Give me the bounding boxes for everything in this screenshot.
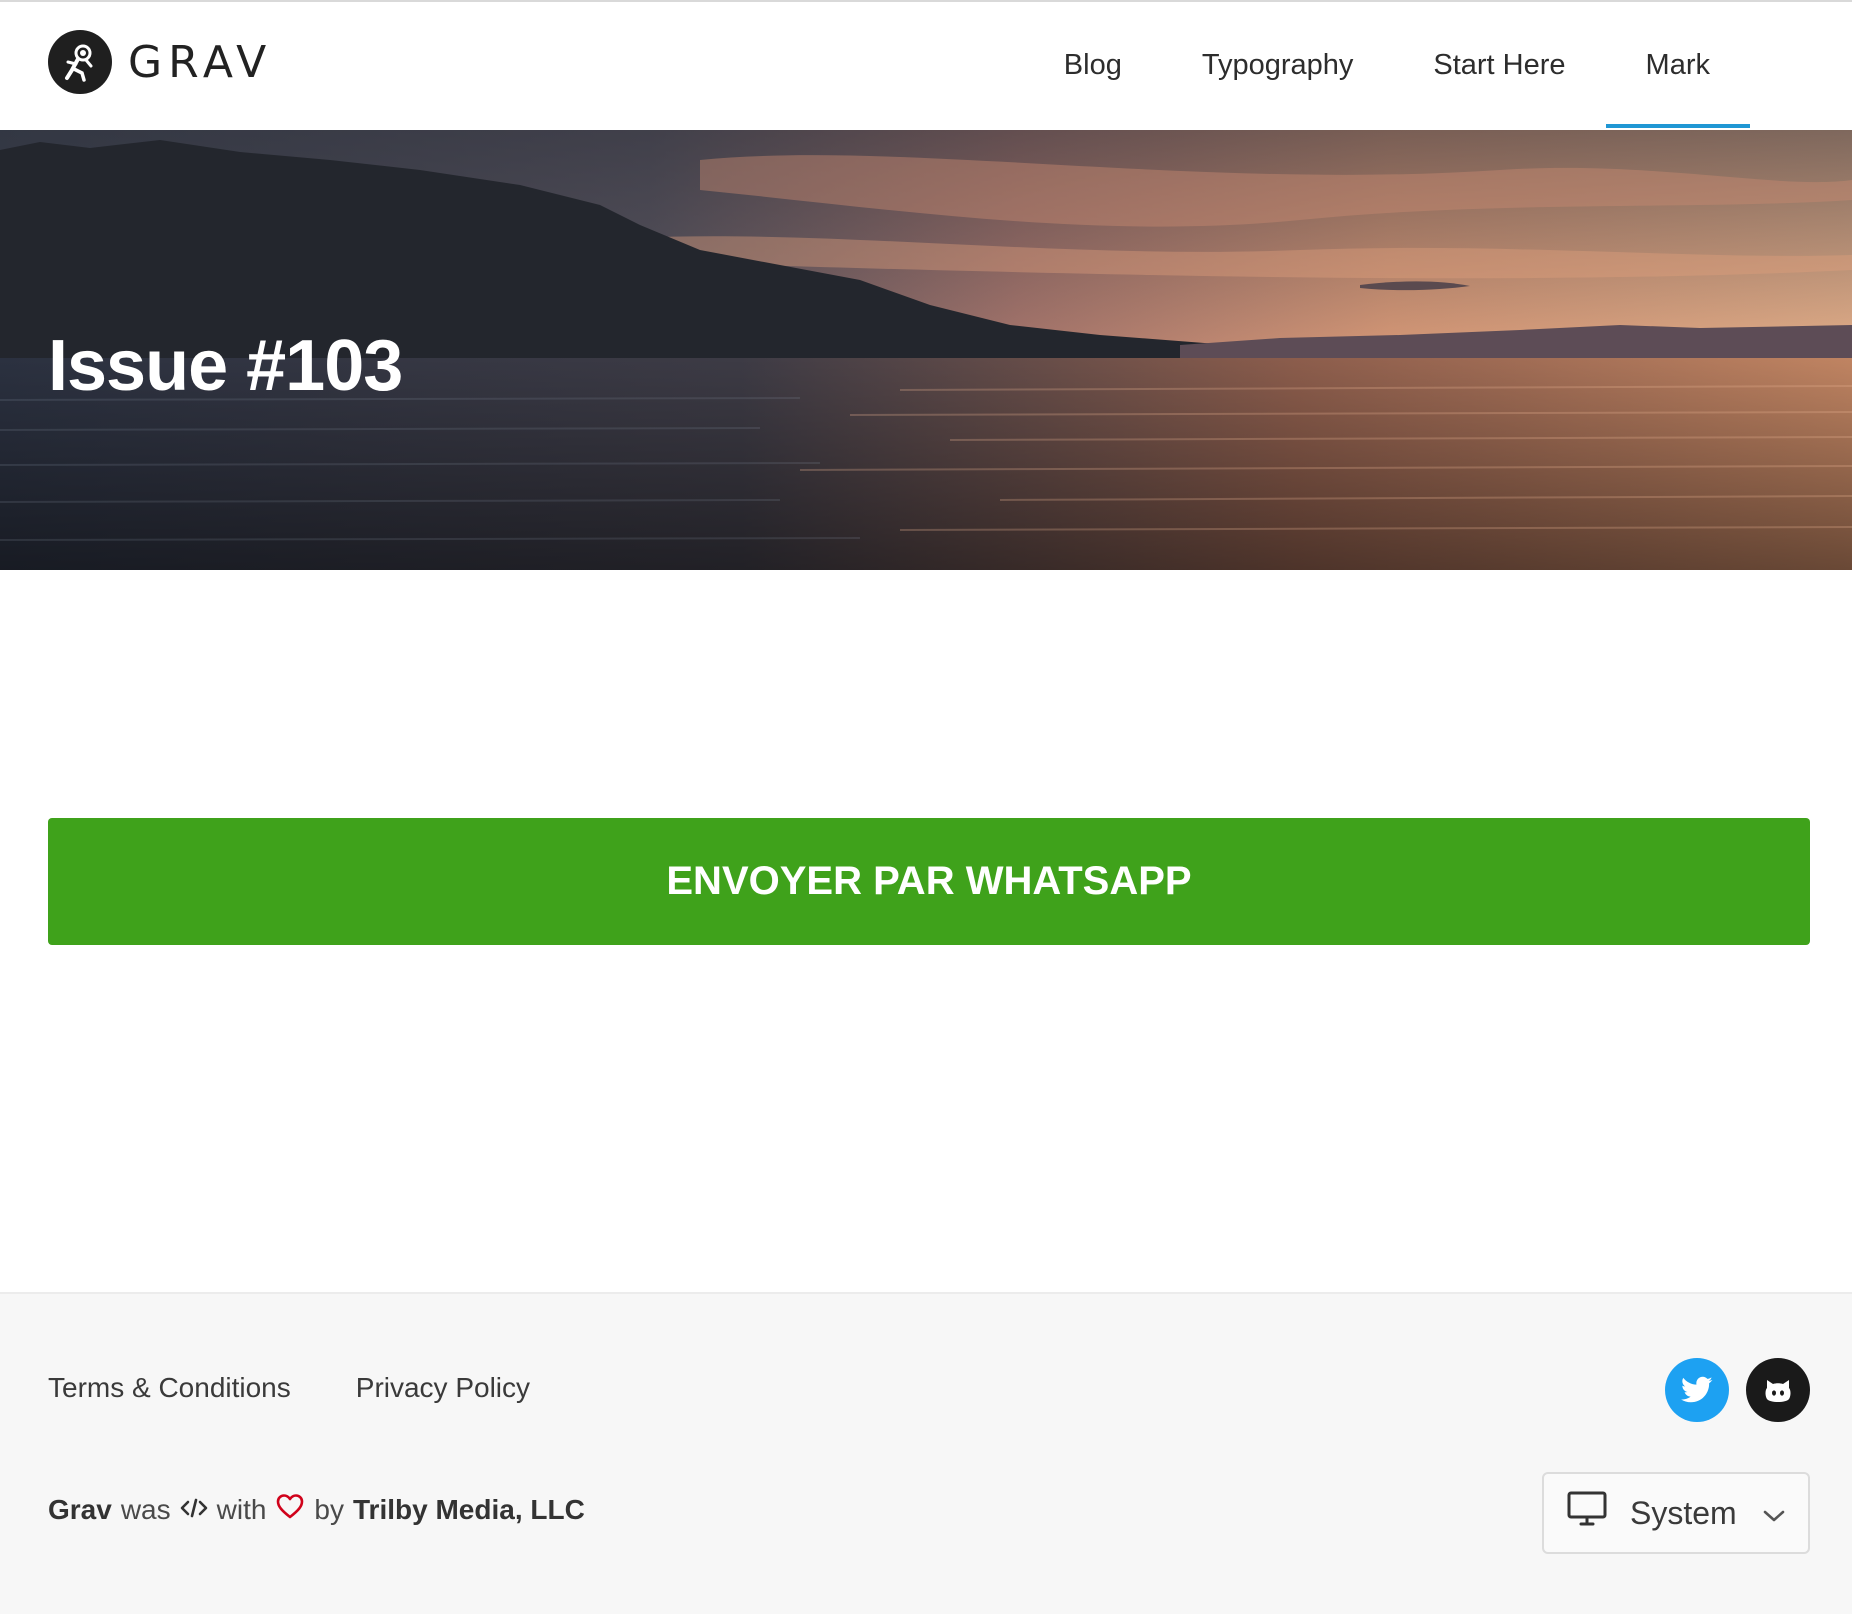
astronaut-logo-icon bbox=[48, 30, 112, 94]
footer-link-privacy[interactable]: Privacy Policy bbox=[356, 1372, 530, 1404]
credit-company-link[interactable]: Trilby Media, LLC bbox=[353, 1494, 585, 1526]
monitor-icon bbox=[1566, 1490, 1608, 1536]
footer-credit: Grav was with by Trilby Media, LLC bbox=[48, 1492, 585, 1527]
nav-item-typography[interactable]: Typography bbox=[1162, 2, 1394, 128]
site-header: GRAV Blog Typography Start Here Mark bbox=[0, 2, 1852, 130]
chevron-down-icon bbox=[1762, 1495, 1786, 1532]
page-title: Issue #103 bbox=[48, 326, 403, 406]
nav-item-start-here[interactable]: Start Here bbox=[1393, 2, 1605, 128]
theme-select[interactable]: System bbox=[1542, 1472, 1810, 1554]
credit-by-text: by bbox=[314, 1493, 344, 1525]
github-icon[interactable] bbox=[1746, 1358, 1810, 1422]
send-whatsapp-button[interactable]: ENVOYER PAR WHATSAPP bbox=[48, 818, 1810, 945]
footer-link-terms[interactable]: Terms & Conditions bbox=[48, 1372, 291, 1404]
credit-with-text: with bbox=[216, 1493, 267, 1525]
hero-banner: Issue #103 bbox=[0, 130, 1852, 570]
site-logo[interactable]: GRAV bbox=[48, 29, 272, 95]
theme-select-value: System bbox=[1630, 1494, 1737, 1531]
twitter-icon[interactable] bbox=[1665, 1358, 1729, 1422]
footer-links: Terms & Conditions Privacy Policy bbox=[48, 1372, 530, 1404]
credit-was-text: was bbox=[120, 1493, 171, 1525]
main-nav: Blog Typography Start Here Mark bbox=[1024, 2, 1751, 128]
nav-item-mark[interactable]: Mark bbox=[1605, 2, 1751, 128]
heart-icon bbox=[275, 1492, 305, 1527]
site-footer: Terms & Conditions Privacy Policy Grav w… bbox=[0, 1292, 1852, 1614]
credit-site-name: Grav bbox=[48, 1493, 112, 1525]
code-icon bbox=[180, 1494, 208, 1526]
social-links bbox=[1665, 1358, 1810, 1422]
nav-item-blog[interactable]: Blog bbox=[1024, 2, 1162, 128]
site-logo-text: GRAV bbox=[128, 36, 273, 88]
